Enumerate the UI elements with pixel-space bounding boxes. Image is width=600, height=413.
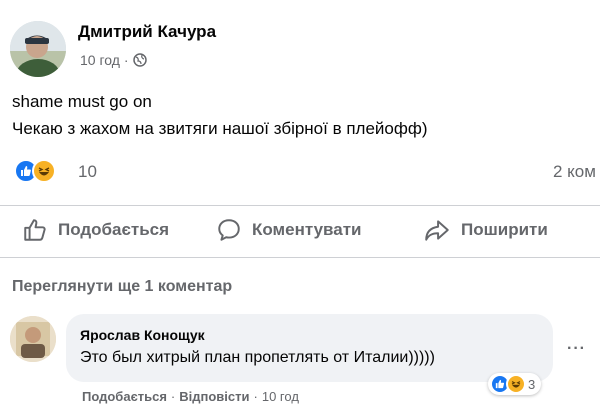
avatar-photo: [10, 21, 66, 77]
like-label: Подобається: [58, 220, 170, 239]
comment-icon: [218, 219, 240, 241]
share-label: Поширити: [461, 220, 548, 239]
comment-button[interactable]: Коментувати: [216, 216, 362, 244]
comment-bubble: [66, 314, 553, 382]
thumbs-up-icon: [24, 219, 46, 241]
post-text-line-1: shame must go on: [12, 92, 152, 111]
share-icon: [425, 220, 449, 241]
comment-sep-1: ·: [170, 389, 176, 404]
comment-sep-2: ·: [253, 389, 258, 404]
divider-top: [0, 205, 600, 206]
post-text-line-2: Чекаю з жахом на звитяги нашої збірної в…: [12, 119, 428, 138]
comments-count[interactable]: 2 ком: [553, 162, 596, 182]
comment-author-name[interactable]: Ярослав Конощук: [80, 327, 205, 343]
share-button[interactable]: Поширити: [423, 216, 548, 244]
post-meta: 10 год ·: [80, 52, 147, 68]
commenter-avatar[interactable]: [10, 316, 56, 362]
comment-actions: Подобається · Відповісти · 10 год: [82, 389, 299, 404]
commenter-avatar-photo: [10, 316, 56, 362]
reactions-summary[interactable]: [14, 158, 70, 184]
comment-like-link[interactable]: Подобається: [82, 389, 167, 404]
comment-reactions-count: 3: [528, 376, 536, 392]
globe-icon: [132, 53, 147, 67]
view-more-comments-link[interactable]: Переглянути ще 1 коментар: [12, 278, 232, 296]
comment-text: Это был хитрый план пропетлять от Италии…: [80, 349, 435, 366]
like-button[interactable]: Подобається: [22, 216, 169, 244]
author-avatar[interactable]: [10, 21, 66, 77]
comment-reactions[interactable]: 3: [488, 373, 542, 395]
divider-bottom: [0, 257, 600, 258]
comment-haha-icon: [506, 374, 526, 394]
post-author-name[interactable]: Дмитрий Качура: [78, 22, 216, 42]
post-time[interactable]: 10 год: [80, 52, 120, 68]
meta-separator: ·: [123, 52, 129, 68]
reactions-count[interactable]: 10: [78, 162, 97, 182]
comment-reply-link[interactable]: Відповісти: [179, 389, 249, 404]
comment-time[interactable]: 10 год: [262, 389, 299, 404]
haha-icon: [32, 159, 56, 183]
comment-more-options-button[interactable]: ···: [567, 340, 586, 358]
comment-label: Коментувати: [252, 220, 362, 239]
